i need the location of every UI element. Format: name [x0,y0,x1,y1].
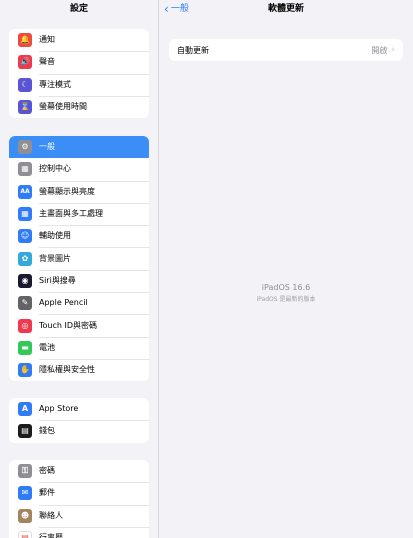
chevron-right-icon: › [391,45,395,55]
sidebar-item[interactable]: AA 螢幕顯示與亮度 [9,180,149,203]
sidebar-item[interactable]: ◉ Siri與搜尋 [9,269,149,292]
sidebar-item[interactable]: ✋ 隱私權與安全性 [9,358,149,381]
sidebar-item-label: 密碼 [39,466,55,476]
fingerprint-icon: ◎ [18,318,32,333]
speaker-icon: 🔊 [18,55,32,70]
sidebar-item-label: 背景圖片 [39,253,71,263]
sidebar-item[interactable]: ✉ 郵件 [9,482,149,504]
sidebar-item-label: 螢幕使用時間 [39,102,87,112]
sidebar-group: ⚿ 密碼 ✉ 郵件 ☻ 聯絡人 ▤ 行事曆 [9,460,149,538]
sidebar-title: 設定 [69,4,88,14]
wallet-icon: ▤ [18,424,32,439]
battery-icon: ▬ [18,340,32,355]
sidebar-item-label: Apple Pencil [39,298,88,308]
sidebar-item-label: 主畫面與多工處理 [39,209,103,219]
key-icon: ⚿ [18,464,32,479]
sidebar-item-label: 行事曆 [39,533,63,538]
sidebar-item-label: Touch ID與密碼 [39,320,98,330]
sidebar-item-label: 通知 [39,35,55,45]
calendar-icon: ▤ [18,531,32,538]
os-up-to-date-text: iPadOS 是最新的版本 [256,296,316,303]
siri-icon: ◉ [18,273,32,288]
app-store-icon: A [18,402,32,417]
sidebar-item-label: 電池 [39,342,55,352]
sidebar-item[interactable]: ▬ 電池 [9,336,149,359]
brightness-icon: AA [18,184,32,199]
automatic-updates-label: 自動更新 [177,45,209,55]
control-center-icon: ▦ [18,162,32,177]
os-version: iPadOS 16.6 [261,283,311,292]
sidebar-item[interactable]: 🔊 聲音 [9,51,149,73]
wallpaper-icon: ✿ [18,251,32,266]
sidebar-item[interactable]: ◎ Touch ID與密碼 [9,314,149,336]
gear-icon: ⚙ [18,140,32,155]
sidebar-item-label: 聯絡人 [39,510,63,520]
sidebar-item[interactable]: ⌛ 螢幕使用時間 [9,95,149,118]
sidebar-item[interactable]: ▤ 錢包 [9,420,149,442]
sidebar-group: 🔔 通知 🔊 聲音 ☾ 專注模式 ⌛ 螢幕使用時間 [9,29,149,119]
sidebar-item[interactable]: ☻ 聯絡人 [9,504,149,527]
sidebar-item-label: 隱私權與安全性 [39,365,95,375]
sidebar-item[interactable]: ☺ 輔助使用 [9,225,149,247]
hourglass-icon: ⌛ [18,100,32,115]
sidebar-item[interactable]: ⚿ 密碼 [9,460,149,482]
sidebar-item-label: 錢包 [39,426,55,436]
automatic-updates-row[interactable]: 自動更新 開啟 › [169,39,403,61]
sidebar-item[interactable]: ✎ Apple Pencil [9,292,149,314]
sidebar-item[interactable]: ▦ 主畫面與多工處理 [9,202,149,225]
moon-icon: ☾ [18,77,32,92]
sidebar-item-label: 專注模式 [39,79,71,89]
sidebar-item-label: 輔助使用 [39,231,71,241]
sidebar-item-label: 聲音 [39,57,55,67]
sidebar-item-label: Siri與搜尋 [39,275,76,285]
sidebar-group: ⚙ 一般 ▦ 控制中心 AA 螢幕顯示與亮度 ▦ 主畫面與多工處理 ☺ 輔助使用 ✿ 背景圖片 ◉ Sir… [9,136,149,382]
sidebar-item[interactable]: 🔔 通知 [9,29,149,51]
sidebar-item-label: 螢幕顯示與亮度 [39,186,95,196]
accessibility-icon: ☺ [18,229,32,244]
mail-icon: ✉ [18,486,32,501]
sidebar-item-label: 一般 [39,142,55,152]
page-title: 軟體更新 [267,4,304,14]
sidebar-item-label: 控制中心 [39,164,71,174]
sidebar-item[interactable]: ☾ 專注模式 [9,73,149,96]
sidebar-item[interactable]: ⚙ 一般 [9,136,149,159]
pencil-icon: ✎ [18,296,32,311]
sidebar-item-label: 郵件 [39,488,55,498]
sidebar-item[interactable]: ▦ 控制中心 [9,158,149,180]
sidebar-group: A App Store ▤ 錢包 [9,398,149,443]
sidebar-item[interactable]: A App Store [9,398,149,420]
sidebar-item-label: App Store [39,404,79,414]
sidebar-item[interactable]: ▤ 行事曆 [9,526,149,538]
software-update-pane: ‹ 一般 軟體更新 自動更新 開啟 › iPadOS 16.6 iPadOS 是… [159,0,413,538]
automatic-updates-value: 開啟 [371,45,388,55]
privacy-hand-icon: ✋ [18,363,32,378]
bell-icon: 🔔 [18,33,32,48]
contacts-icon: ☻ [18,508,32,523]
home-screen-icon: ▦ [18,207,32,222]
sidebar-item[interactable]: ✿ 背景圖片 [9,247,149,269]
settings-sidebar: 設定 🔔 通知 🔊 聲音 ☾ 專注模式 ⌛ 螢幕使用時間 ⚙ 一般 ▦ 控制中心 AA 螢幕顯示與亮度 ▦ 主… [0,0,159,538]
